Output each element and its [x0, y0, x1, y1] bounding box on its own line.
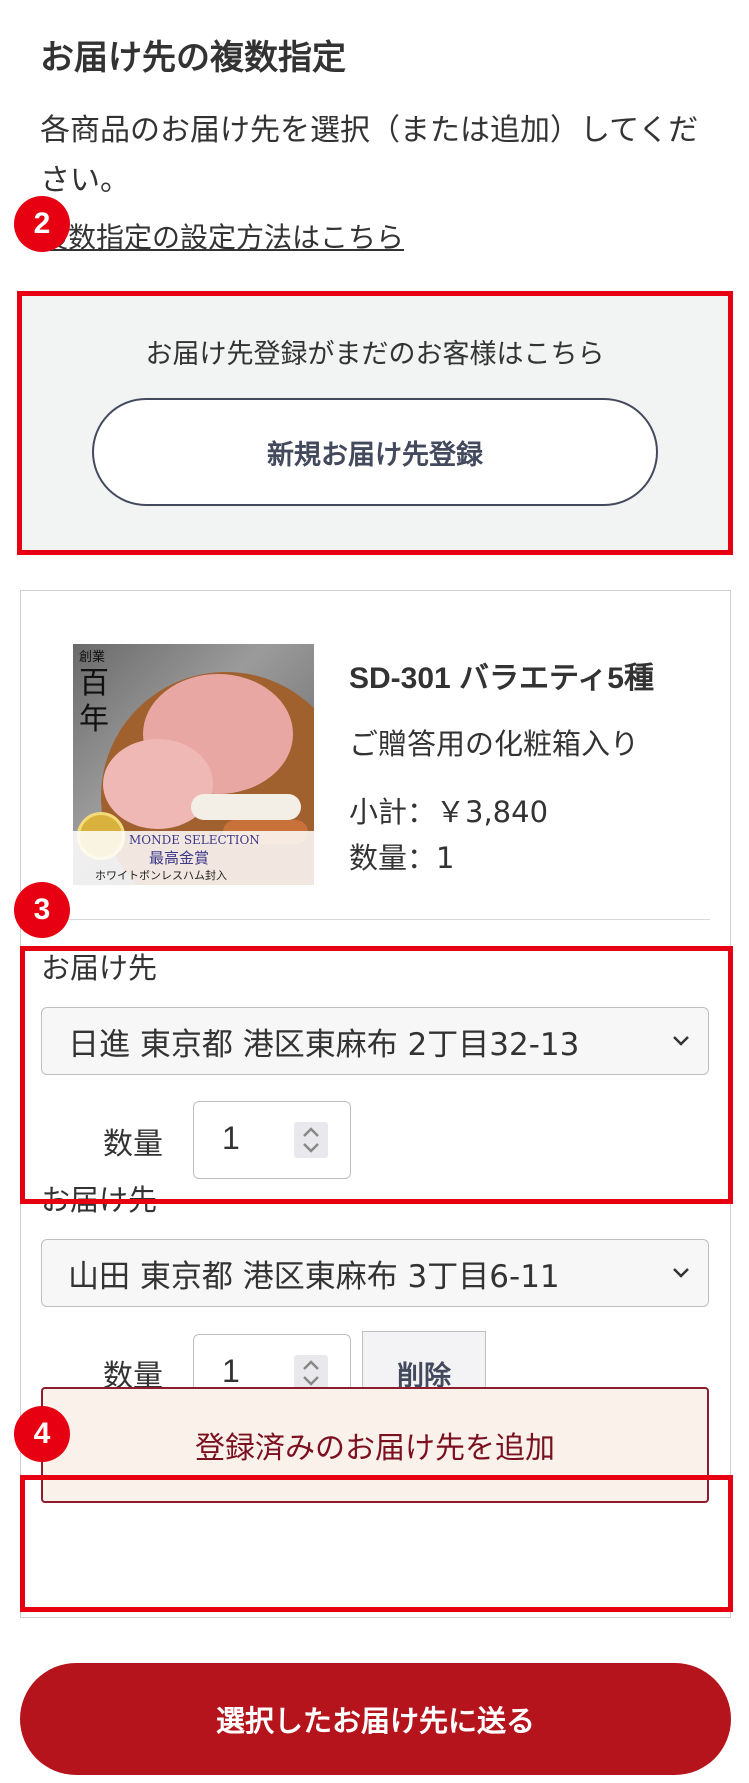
submit-button[interactable]: 選択したお届け先に送る [20, 1663, 731, 1775]
divider [41, 919, 710, 920]
quantity-value: 1 [222, 1353, 240, 1389]
image-band: MONDE SELECTION 最高金賞 ホワイトボンレスハム封入 [73, 831, 314, 885]
product-subtotal: 小計：￥3,840 [349, 795, 549, 829]
destination-select[interactable]: 日進 東京都 港区東麻布 2丁目32-13 [41, 1007, 709, 1075]
destination-select[interactable]: 山田 東京都 港区東麻布 3丁目6-11 [41, 1239, 709, 1307]
quantity-label: 数量 [103, 1127, 163, 1162]
step-badge-3: 3 [14, 882, 70, 938]
image-band-line-2: 最高金賞 [149, 849, 210, 867]
register-section: お届け先登録がまだのお客様はこちら 新規お届け先登録 [22, 296, 728, 550]
quantity-stepper[interactable]: 1 [193, 1101, 351, 1179]
image-text-large-1: 百 [79, 666, 109, 701]
add-registered-address-button[interactable]: 登録済みのお届け先を追加 [41, 1387, 709, 1503]
product-card: 創業 百 年 MONDE SELECTION 最高金賞 ホワイトボンレスハム封入… [20, 590, 731, 1618]
image-band-line-1: MONDE SELECTION [129, 833, 260, 847]
page-title: お届け先の複数指定 [40, 38, 346, 78]
step-badge-2: 2 [14, 196, 70, 252]
spinner-icon[interactable] [294, 1355, 328, 1391]
help-link[interactable]: 複数指定の設定方法はこちら [40, 216, 404, 256]
destination-select-value: 山田 東京都 港区東麻布 3丁目6-11 [68, 1258, 560, 1295]
destination-label: お届け先 [41, 1183, 158, 1217]
destination-select-value: 日進 東京都 港区東麻布 2丁目32-13 [68, 1026, 580, 1063]
image-band-line-3: ホワイトボンレスハム封入 [95, 869, 227, 882]
product-quantity: 数量：1 [349, 841, 455, 875]
spinner-icon[interactable] [294, 1122, 328, 1158]
step-badge-4: 4 [14, 1406, 70, 1462]
chevron-down-icon [673, 1268, 689, 1278]
image-text-large-2: 年 [79, 702, 109, 737]
product-name: SD-301 バラエティ5種 [349, 662, 654, 695]
page: お届け先の複数指定 各商品のお届け先を選択（または追加）してください。 複数指定… [0, 0, 749, 1783]
product-description: ご贈答用の化粧箱入り [349, 727, 640, 761]
intro-text: 各商品のお届け先を選択（または追加）してください。 [40, 113, 699, 198]
image-vertical-text: 創業 百 年 [79, 650, 119, 738]
chevron-down-icon [673, 1036, 689, 1046]
quantity-value: 1 [222, 1120, 240, 1156]
destination-label: お届け先 [41, 951, 158, 985]
new-address-button[interactable]: 新規お届け先登録 [92, 398, 658, 506]
image-text-small: 創業 [79, 650, 106, 665]
register-note: お届け先登録がまだのお客様はこちら [145, 339, 605, 370]
product-image: 創業 百 年 MONDE SELECTION 最高金賞 ホワイトボンレスハム封入 [73, 644, 314, 885]
sausage-shape [191, 794, 301, 820]
